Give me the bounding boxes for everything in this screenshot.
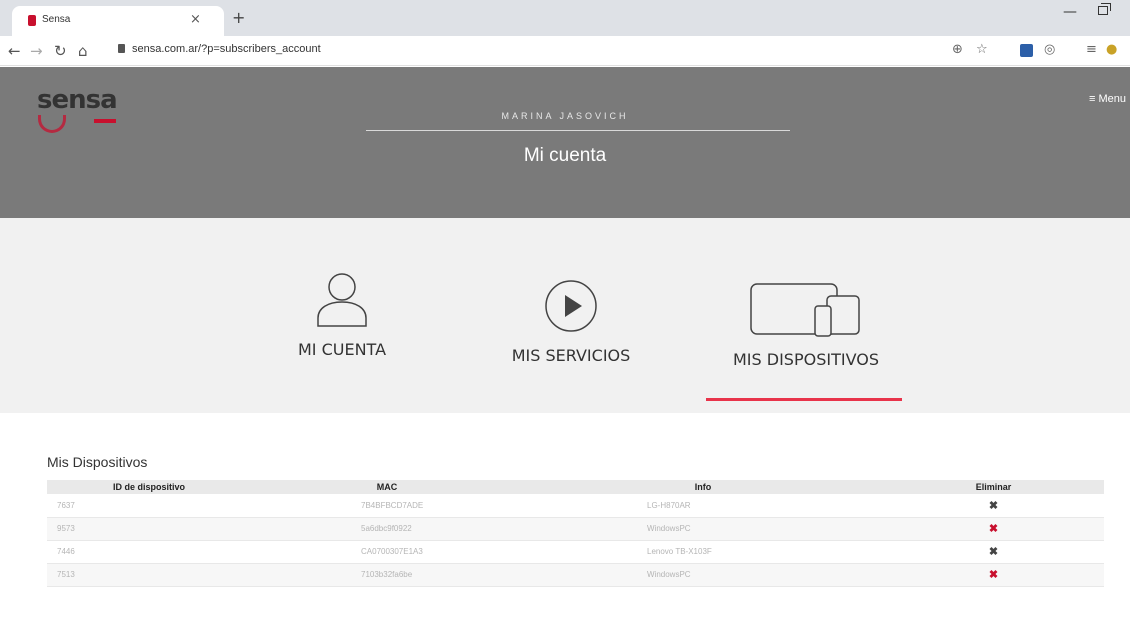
- lock-icon: [118, 44, 125, 53]
- active-tab-indicator: [706, 398, 902, 401]
- zoom-icon[interactable]: ⊕: [952, 42, 963, 57]
- tab-title: Sensa: [42, 14, 71, 25]
- nav-label-mis-servicios: MIS SERVICIOS: [511, 346, 631, 365]
- nav-mi-cuenta[interactable]: MI CUENTA: [282, 270, 402, 359]
- table-row: 9573 5a6dbc9f0922 WindowsPC ✖: [47, 517, 1104, 541]
- device-info: Lenovo TB-X103F: [523, 540, 883, 564]
- browser-toolbar: ← → ↻ ⌂ sensa.com.ar/?p=subscribers_acco…: [0, 36, 1130, 66]
- column-header-info: Info: [523, 480, 883, 494]
- nav-mis-dispositivos[interactable]: MIS DISPOSITIVOS: [716, 282, 896, 369]
- back-icon[interactable]: ←: [8, 42, 21, 60]
- devices-icon: [750, 283, 860, 337]
- device-info: LG-H870AR: [523, 494, 883, 518]
- device-id: 7446: [47, 540, 251, 564]
- device-mac: CA0700307E1A3: [251, 540, 523, 564]
- device-mac: 5a6dbc9f0922: [251, 517, 523, 541]
- extension-icon[interactable]: [1020, 44, 1033, 57]
- url-text: sensa.com.ar/?p=subscribers_account: [132, 43, 321, 55]
- table-header-row: ID de dispositivo MAC Info Eliminar: [47, 480, 1104, 494]
- menu-button[interactable]: ≡ Menu: [1089, 93, 1126, 105]
- column-header-eliminar: Eliminar: [883, 480, 1104, 494]
- table-row: 7446 CA0700307E1A3 Lenovo TB-X103F ✖: [47, 540, 1104, 564]
- user-name: MARINA JASOVICH: [501, 111, 629, 121]
- extension-2-icon[interactable]: ◎: [1044, 42, 1055, 57]
- account-nav: MI CUENTA MIS SERVICIOS MIS DISPOSITIVOS: [0, 218, 1130, 413]
- reload-icon[interactable]: ↻: [54, 42, 67, 60]
- device-id: 9573: [47, 517, 251, 541]
- device-mac: 7103b32fa6be: [251, 563, 523, 587]
- nav-label-mis-dispositivos: MIS DISPOSITIVOS: [733, 350, 879, 369]
- table-row: 7637 7B4BFBCD7ADE LG-H870AR ✖: [47, 494, 1104, 518]
- delete-icon[interactable]: ✖: [883, 563, 1104, 587]
- column-header-mac: MAC: [251, 480, 523, 494]
- delete-icon[interactable]: ✖: [883, 540, 1104, 564]
- device-info: WindowsPC: [523, 563, 883, 587]
- profile-icon[interactable]: ●: [1106, 42, 1117, 57]
- section-title: Mis Dispositivos: [47, 454, 148, 470]
- new-tab-button[interactable]: +: [232, 8, 245, 27]
- delete-icon[interactable]: ✖: [883, 494, 1104, 518]
- address-bar[interactable]: sensa.com.ar/?p=subscribers_account: [112, 40, 942, 62]
- devices-table: ID de dispositivo MAC Info Eliminar 7637…: [47, 480, 1104, 587]
- home-icon[interactable]: ⌂: [78, 42, 88, 60]
- page-title: Mi cuenta: [523, 145, 607, 166]
- bookmark-star-icon[interactable]: ☆: [976, 42, 988, 57]
- browser-tab[interactable]: Sensa ×: [12, 6, 224, 36]
- play-icon: [545, 280, 597, 332]
- table-row: 7513 7103b32fa6be WindowsPC ✖: [47, 563, 1104, 587]
- nav-mis-servicios[interactable]: MIS SERVICIOS: [496, 278, 646, 365]
- delete-icon[interactable]: ✖: [883, 517, 1104, 541]
- window-minimize-button[interactable]: —: [1063, 4, 1077, 20]
- tab-close-icon[interactable]: ×: [190, 12, 201, 27]
- favicon-icon: [28, 15, 36, 26]
- browser-tab-bar: Sensa × + —: [0, 0, 1130, 36]
- devices-section: Mis Dispositivos ID de dispositivo MAC I…: [16, 413, 1130, 622]
- header-divider: [366, 130, 790, 131]
- forward-icon[interactable]: →: [30, 42, 43, 60]
- site-header: sensa ≡ Menu MARINA JASOVICH Mi cuenta: [0, 67, 1130, 218]
- nav-label-mi-cuenta: MI CUENTA: [297, 340, 387, 359]
- user-icon: [317, 273, 367, 327]
- reading-list-icon[interactable]: ≡: [1086, 42, 1097, 57]
- device-mac: 7B4BFBCD7ADE: [251, 494, 523, 518]
- window-restore-button[interactable]: [1098, 3, 1111, 15]
- device-id: 7513: [47, 563, 251, 587]
- column-header-id: ID de dispositivo: [47, 480, 251, 494]
- device-info: WindowsPC: [523, 517, 883, 541]
- device-id: 7637: [47, 494, 251, 518]
